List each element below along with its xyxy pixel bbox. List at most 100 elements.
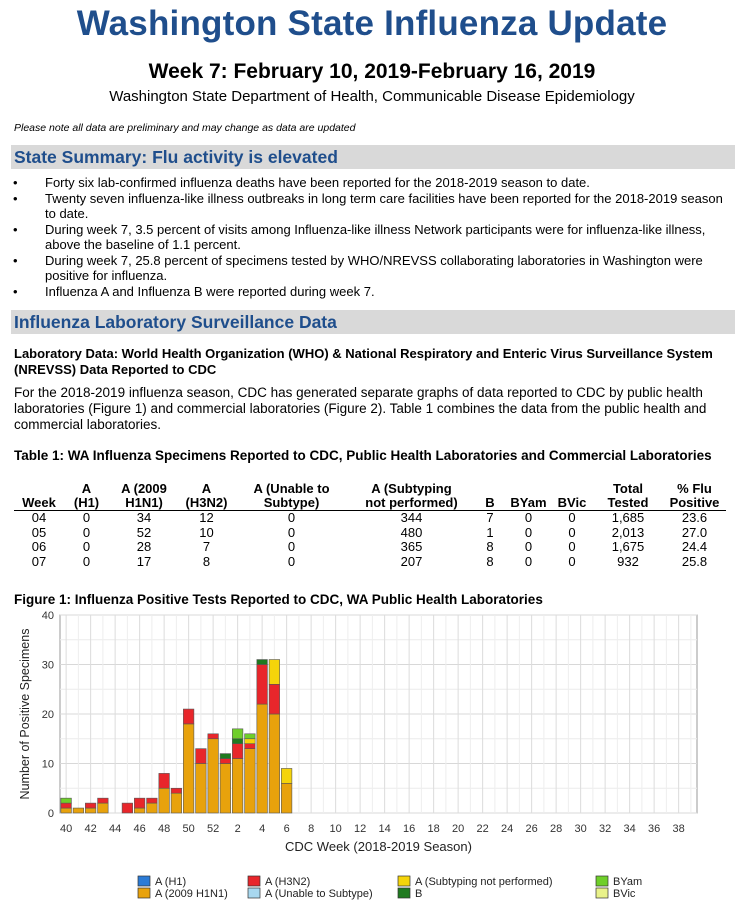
- table1-header-cell: A (2009 H1N1): [109, 482, 179, 511]
- x-tick-label: 42: [85, 823, 97, 835]
- bar-segment: [158, 787, 170, 814]
- bar-segment: [232, 743, 244, 759]
- table-row: 04 0 34 12 0 344 7 0 0 1,685 23.6: [14, 510, 726, 526]
- x-tick-label: 22: [477, 823, 489, 835]
- table1: Week A (H1) A (2009 H1N1) A (H3N2) A (Unable to…: [14, 482, 726, 569]
- table1-cell: 0: [82, 553, 91, 569]
- table1-cell: 7: [202, 539, 211, 554]
- table1-cell: 2,013: [611, 524, 645, 540]
- bar-segment: [256, 703, 268, 814]
- table-row: 07 0 17 8 0 207 8 0 0 932 25.8: [14, 553, 726, 570]
- x-tick-label: 32: [599, 823, 611, 835]
- table1-header-cell: A (Unable to Subtype): [234, 482, 349, 511]
- table1-header-cell: A (H3N2): [179, 482, 234, 511]
- bar-segment: [85, 802, 97, 809]
- x-tick-label: 2: [235, 823, 241, 835]
- table1-cell: 0: [524, 553, 533, 569]
- legend-swatch: [137, 887, 151, 899]
- bar-segment: [232, 758, 244, 814]
- table1-header-line: BYam: [510, 495, 547, 510]
- bar-segment: [170, 787, 182, 794]
- lab-paragraph: For the 2018-2019 influenza season, CDC …: [14, 385, 707, 432]
- x-tick-label: 50: [183, 823, 195, 835]
- legend-swatch: [397, 887, 411, 899]
- lab-surveillance-heading: Influenza Laboratory Surveillance Data: [14, 312, 337, 332]
- summary-bullet-text: Influenza A and Influenza B were reporte…: [45, 283, 375, 299]
- y-axis-title: Number of Positive Specimens: [18, 629, 32, 800]
- x-tick-label: 18: [428, 823, 440, 835]
- x-tick-label: 34: [624, 823, 636, 835]
- bar-segment: [244, 748, 256, 814]
- table1-cell: 1: [486, 524, 494, 540]
- table1-cell: 8: [486, 553, 494, 569]
- bar-segment: [97, 797, 109, 804]
- table1-header-line: (H1): [73, 495, 100, 510]
- table1-cell: 27.0: [681, 524, 708, 540]
- table1-header-line: not performed): [365, 495, 458, 510]
- bar-segment: [195, 748, 207, 764]
- table1-header-cell: Total Tested: [593, 482, 663, 511]
- table1-cell: 8: [486, 539, 494, 554]
- summary-bullet: • Influenza A and Influenza B were report…: [11, 284, 731, 300]
- bar-segment: [170, 792, 182, 814]
- bar-segment: [281, 783, 293, 814]
- table1-header-line: A: [81, 481, 92, 496]
- legend-label: BVic: [613, 888, 636, 900]
- table1-cell: 23.6: [681, 510, 708, 525]
- bar-segment: [268, 713, 280, 814]
- table1-header-cell: B: [474, 482, 506, 511]
- table1-header-line: H1N1): [125, 495, 163, 510]
- bar-segment: [281, 768, 293, 784]
- table1-cell: 365: [400, 539, 423, 554]
- bar-segment: [219, 758, 231, 764]
- table1-cell: 344: [400, 510, 423, 525]
- table1-cell: 1,685: [611, 510, 645, 525]
- table1-cell: 0: [287, 539, 296, 554]
- table1-header-line: % Flu: [677, 481, 712, 496]
- lab-surveillance-band: Influenza Laboratory Surveillance Data: [11, 310, 735, 334]
- table1-cell: 07: [31, 553, 47, 569]
- table1-header-line: Positive: [669, 495, 720, 510]
- lab-subheading: Laboratory Data: World Health Organizati…: [14, 346, 713, 377]
- legend-swatch: [137, 875, 151, 887]
- table1-cell: 1,675: [611, 539, 645, 554]
- table1-header-line: [506, 482, 551, 496]
- legend-swatch: [247, 875, 261, 887]
- bullet-icon: •: [13, 283, 18, 299]
- x-tick-label: 52: [207, 823, 219, 835]
- table1-cell: 0: [524, 524, 533, 540]
- legend-swatch: [595, 887, 609, 899]
- y-tick-label: 30: [42, 660, 54, 672]
- table1-header-line: Total: [612, 481, 644, 496]
- bar-segment: [232, 738, 244, 744]
- bar-segment: [60, 807, 72, 814]
- bar-segment: [207, 733, 219, 740]
- table1-cell: 17: [136, 553, 152, 569]
- legend-swatch: [247, 887, 261, 899]
- bar-segment: [268, 684, 280, 715]
- table1-cell: 0: [568, 524, 576, 540]
- table1-header-line: Subtype): [263, 495, 320, 510]
- table1-cell: 0: [524, 510, 533, 525]
- table1-cell: 207: [400, 553, 423, 569]
- table1-header-line: Tested: [607, 495, 649, 510]
- summary-bullet-text: During week 7, 25.8 percent of specimens…: [45, 252, 703, 284]
- legend-label: A (Subtyping not performed): [415, 876, 553, 888]
- y-tick-label: 10: [42, 759, 54, 771]
- x-tick-label: 40: [60, 823, 72, 835]
- x-tick-label: 30: [575, 823, 587, 835]
- table1-body: 04 0 34 12 0 344 7 0 0 1,685 23.6 05 0 52 10 0 480 1 0 0 2,0…: [14, 510, 726, 570]
- y-tick-label: 40: [42, 610, 54, 622]
- x-tick-label: 4: [259, 823, 265, 835]
- bar-segment: [121, 802, 133, 814]
- table1-header-line: A (Unable to: [253, 481, 330, 496]
- table1-cell: 24.4: [681, 539, 708, 554]
- x-tick-label: 26: [526, 823, 538, 835]
- table1-cell: 0: [82, 539, 91, 554]
- table1-header-line: A: [201, 481, 212, 496]
- x-tick-label: 20: [452, 823, 464, 835]
- x-tick-label: 6: [284, 823, 290, 835]
- table1-cell: 0: [568, 510, 576, 525]
- bar-segment: [268, 659, 280, 685]
- bullet-icon: •: [13, 190, 18, 206]
